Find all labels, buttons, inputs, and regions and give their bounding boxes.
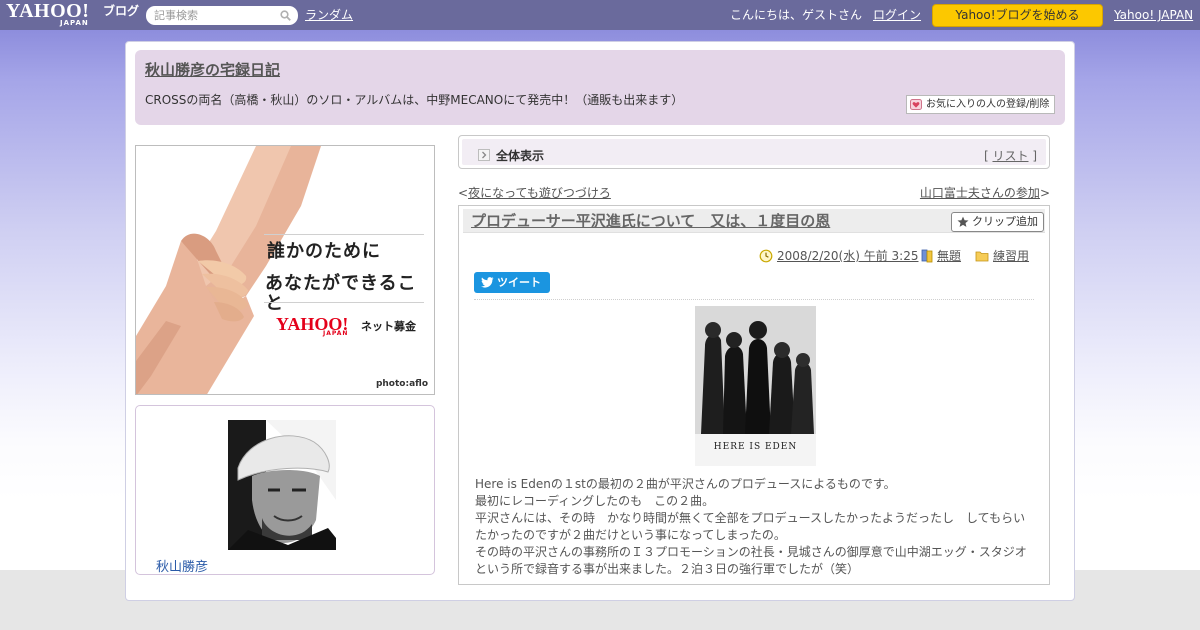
logo-yahoo-text: YAHOO! xyxy=(6,0,90,22)
view-mode-bar: 全体表示 [ リスト ] xyxy=(458,135,1050,169)
heart-icon xyxy=(910,99,922,110)
next-marker: > xyxy=(1039,186,1050,200)
masthead: YAHOO! JAPAN ブログ ランダム こんにちは、ゲストさん ログイン Y… xyxy=(0,0,1200,30)
ad-banner[interactable]: 誰かのために あなたができること YAHOO! JAPAN ネット募金 phot… xyxy=(135,145,435,395)
all-view-icon xyxy=(478,149,490,161)
favorite-button[interactable]: お気に入りの人の登録/削除 xyxy=(906,95,1055,114)
star-icon xyxy=(957,216,969,227)
article-body-line: その時の平沢さんの事務所のＩ３プロモーションの社長・見城さんの御厚意で山中湖エッ… xyxy=(475,545,1027,559)
ad-headline-1: 誰かのために xyxy=(267,241,381,262)
list-bracket-close: ] xyxy=(1028,149,1037,163)
blog-header: 秋山勝彦の宅録日記 CROSSの両名（高橋・秋山）のソロ・アルバムは、中野MEC… xyxy=(135,50,1065,125)
post-theme: 無題 xyxy=(921,249,961,263)
ad-photo-credit: photo:aflo xyxy=(375,379,428,389)
all-view-label[interactable]: 全体表示 xyxy=(496,149,544,163)
yahoo-japan-link[interactable]: Yahoo! JAPAN xyxy=(1114,8,1193,22)
start-blog-button[interactable]: Yahoo!ブログを始める xyxy=(932,4,1103,27)
clasped-hands-image xyxy=(136,146,321,394)
post-date: 2008/2/20(水) 午前 3:25 xyxy=(759,249,918,263)
search-input[interactable] xyxy=(154,8,274,23)
search-icon[interactable] xyxy=(280,10,291,21)
meta-divider xyxy=(474,299,1034,300)
ad-service-name: ネット募金 xyxy=(361,320,416,333)
next-post-link[interactable]: 山口富士夫さんの参加 xyxy=(920,186,1040,200)
favorite-button-label: お気に入りの人の登録/削除 xyxy=(926,99,1050,110)
prev-post-nav: <夜になっても遊びつづけろ xyxy=(458,186,611,200)
twitter-bird-icon xyxy=(481,277,494,288)
logo-japan-text: JAPAN xyxy=(60,19,89,27)
book-icon xyxy=(921,249,933,263)
folder-icon xyxy=(975,251,989,262)
profile-name-link[interactable]: 秋山勝彦 xyxy=(156,561,208,575)
clock-icon xyxy=(759,249,773,263)
ad-rule-top xyxy=(264,234,424,235)
post-category-link[interactable]: 練習用 xyxy=(993,249,1029,263)
album-cover-image[interactable]: HERE IS EDEN xyxy=(695,306,816,466)
avatar[interactable] xyxy=(228,420,336,550)
login-link[interactable]: ログイン xyxy=(873,8,921,22)
search-box xyxy=(146,6,298,25)
post-category: 練習用 xyxy=(975,249,1029,263)
tweet-button[interactable]: ツイート xyxy=(474,272,550,293)
blog-description: CROSSの両名（高橋・秋山）のソロ・アルバムは、中野MECANOにて発売中！（… xyxy=(145,93,684,107)
album-cover-caption: HERE IS EDEN xyxy=(713,442,798,452)
article-body-line: 最初にレコーディングしたのも この２曲。 xyxy=(475,494,715,508)
prev-post-link[interactable]: 夜になっても遊びつづけろ xyxy=(468,186,611,200)
tweet-button-label: ツイート xyxy=(497,276,541,289)
clip-add-label: クリップ追加 xyxy=(972,215,1038,228)
article-body-line: たかったのですが２曲だけという事になってしまったの。 xyxy=(475,528,786,542)
profile-box: 秋山勝彦 xyxy=(135,405,435,575)
yahoo-blog-logo[interactable]: YAHOO! JAPAN ブログ xyxy=(4,0,142,28)
next-post-nav: 山口富士夫さんの参加> xyxy=(920,186,1050,200)
list-view-toggle: [ リスト ] xyxy=(984,149,1037,163)
ad-headline-2: あなたができること xyxy=(265,273,417,314)
list-view-link[interactable]: リスト xyxy=(992,149,1028,163)
article-title[interactable]: プロデューサー平沢進氏について 又は、１度目の恩 xyxy=(471,213,830,230)
article-title-bar: プロデューサー平沢進氏について 又は、１度目の恩 クリップ追加 xyxy=(463,209,1045,233)
article-body-line: という所で録音する事が出来ました。２泊３日の強行軍でしたが（笑） xyxy=(475,562,860,576)
prev-marker: < xyxy=(458,186,469,200)
blog-title[interactable]: 秋山勝彦の宅録日記 xyxy=(145,61,280,79)
view-mode-bar-inner: 全体表示 [ リスト ] xyxy=(462,139,1046,165)
ad-rule-bottom xyxy=(264,302,424,303)
logo-blog-text: ブログ xyxy=(103,4,140,18)
greeting-text: こんにちは、ゲストさん xyxy=(730,8,863,22)
clip-add-button[interactable]: クリップ追加 xyxy=(951,212,1044,232)
article-body-line: 平沢さんには、その時 かなり時間が無くて全部をプロデュースしたかったようだったし… xyxy=(475,511,1026,525)
article-body: Here is Edenの１stの最初の２曲が平沢さんのプロデュースによるもので… xyxy=(475,476,1035,578)
article: プロデューサー平沢進氏について 又は、１度目の恩 クリップ追加 2008/2/2… xyxy=(458,205,1050,585)
ad-yahoo-logo-sub: JAPAN xyxy=(323,330,349,337)
random-link[interactable]: ランダム xyxy=(305,8,353,22)
post-theme-link[interactable]: 無題 xyxy=(937,249,961,263)
post-date-link[interactable]: 2008/2/20(水) 午前 3:25 xyxy=(777,249,918,263)
article-body-line: Here is Edenの１stの最初の２曲が平沢さんのプロデュースによるもので… xyxy=(475,477,896,491)
